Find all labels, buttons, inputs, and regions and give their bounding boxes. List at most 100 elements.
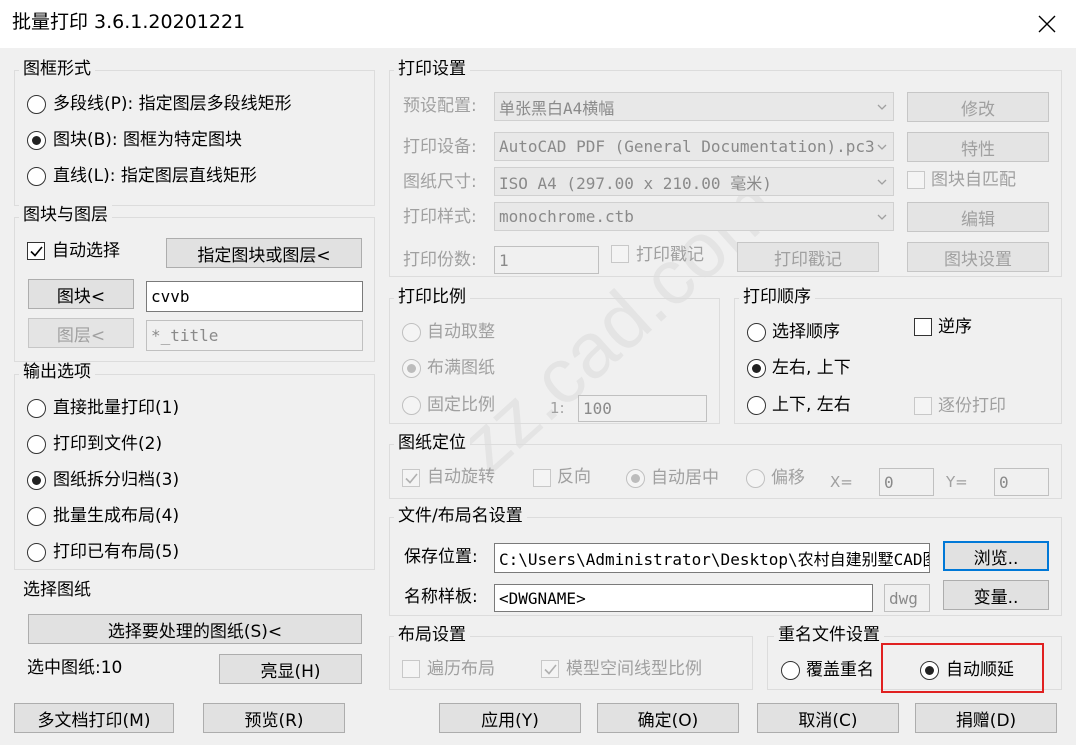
device-combo[interactable]: AutoCAD PDF (General Documentation).pc3 xyxy=(494,132,894,161)
block-layer-legend: 图块与图层 xyxy=(19,205,112,225)
paper-size-value: ISO A4 (297.00 x 210.00 毫米) xyxy=(499,173,772,193)
output-print-to-file-radio[interactable] xyxy=(27,435,46,454)
selected-count-label: 选中图纸:10 xyxy=(27,658,123,678)
block-match-checkbox[interactable] xyxy=(907,171,925,189)
frame-type-legend: 图框形式 xyxy=(19,59,95,79)
output-split-archive-radio[interactable] xyxy=(27,471,46,490)
output-direct-print-label: 直接批量打印(1) xyxy=(53,398,180,418)
preset-value: 单张黑白A4横幅 xyxy=(499,98,615,118)
preset-combo[interactable]: 单张黑白A4横幅 xyxy=(494,92,894,121)
order-select-radio[interactable] xyxy=(747,323,766,342)
offset-y-input[interactable]: 0 xyxy=(994,468,1049,496)
reverse-order-checkbox[interactable] xyxy=(914,318,932,336)
scale-fixed-radio[interactable] xyxy=(402,396,421,415)
output-batch-layout-radio[interactable] xyxy=(27,507,46,526)
auto-select-label: 自动选择 xyxy=(52,241,120,261)
copies-label: 打印份数: xyxy=(403,250,477,270)
layer-name-input[interactable]: *_title xyxy=(146,320,363,351)
edit-style-button[interactable]: 编辑 xyxy=(907,202,1049,232)
traverse-layout-label: 遍历布局 xyxy=(427,659,495,679)
chevron-down-icon xyxy=(877,179,887,185)
auto-rotate-checkbox[interactable] xyxy=(402,469,420,487)
variable-button[interactable]: 变量.. xyxy=(943,580,1049,610)
stamp-label: 打印戳记 xyxy=(636,245,704,265)
offset-radio[interactable] xyxy=(746,469,765,488)
modify-button[interactable]: 修改 xyxy=(907,92,1049,122)
properties-button[interactable]: 特性 xyxy=(907,132,1049,162)
print-style-combo[interactable]: monochrome.ctb xyxy=(494,202,894,231)
paper-size-combo[interactable]: ISO A4 (297.00 x 210.00 毫米) xyxy=(494,167,894,196)
order-lr-tb-radio[interactable] xyxy=(747,359,766,378)
scale-auto-round-radio[interactable] xyxy=(402,323,421,342)
auto-center-label: 自动居中 xyxy=(651,468,719,488)
traverse-layout-checkbox[interactable] xyxy=(402,660,420,678)
preset-label: 预设配置: xyxy=(403,96,477,116)
save-location-input[interactable]: C:\Users\Administrator\Desktop\农村自建别墅CAD… xyxy=(494,543,930,573)
pick-block-layer-button[interactable]: 指定图块或图层< xyxy=(166,238,362,268)
select-paper-legend: 选择图纸 xyxy=(19,580,95,600)
stamp-checkbox[interactable] xyxy=(611,245,629,263)
auto-rotate-label: 自动旋转 xyxy=(427,467,495,487)
output-existing-layout-radio[interactable] xyxy=(27,543,46,562)
overwrite-radio[interactable] xyxy=(781,661,800,680)
close-icon xyxy=(1038,15,1056,33)
donate-button[interactable]: 捐赠(D) xyxy=(915,703,1057,733)
layer-pick-button[interactable]: 图层< xyxy=(28,318,134,348)
order-select-label: 选择顺序 xyxy=(772,322,840,342)
multi-doc-print-button[interactable]: 多文档打印(M) xyxy=(14,703,174,733)
output-legend: 输出选项 xyxy=(19,362,95,382)
scale-auto-round-label: 自动取整 xyxy=(427,322,495,342)
extension-input[interactable]: dwg xyxy=(884,584,930,612)
frame-type-line-radio[interactable] xyxy=(27,167,46,186)
preview-button[interactable]: 预览(R) xyxy=(203,703,345,733)
layout-settings-legend: 布局设置 xyxy=(394,625,470,645)
reverse-direction-label: 反向 xyxy=(557,467,591,487)
rename-legend: 重名文件设置 xyxy=(774,625,884,645)
block-pick-button[interactable]: 图块< xyxy=(28,279,134,309)
select-paper-button[interactable]: 选择要处理的图纸(S)< xyxy=(28,614,362,644)
offset-label: 偏移 xyxy=(771,468,805,488)
output-split-archive-label: 图纸拆分归档(3) xyxy=(53,470,180,490)
copies-input[interactable]: 1 xyxy=(494,246,599,274)
order-tb-lr-radio[interactable] xyxy=(747,396,766,415)
output-existing-layout-label: 打印已有布局(5) xyxy=(53,542,180,562)
stamp-button[interactable]: 打印戳记 xyxy=(737,242,879,272)
offset-y-label: Y= xyxy=(946,473,968,491)
apply-button[interactable]: 应用(Y) xyxy=(439,703,581,733)
chevron-down-icon xyxy=(877,144,887,150)
offset-x-input[interactable]: 0 xyxy=(879,468,934,496)
model-linetype-label: 模型空间线型比例 xyxy=(566,659,702,679)
save-location-label: 保存位置: xyxy=(404,547,478,567)
frame-type-polyline-radio[interactable] xyxy=(27,95,46,114)
device-value: AutoCAD PDF (General Documentation).pc3 xyxy=(499,137,875,156)
overwrite-label: 覆盖重名 xyxy=(806,660,874,680)
reverse-direction-checkbox[interactable] xyxy=(533,469,551,487)
print-scale-legend: 打印比例 xyxy=(394,287,470,307)
scale-ratio-input[interactable]: 100 xyxy=(578,395,707,422)
name-template-input[interactable]: <DWGNAME> xyxy=(494,584,873,612)
paper-position-legend: 图纸定位 xyxy=(394,433,470,453)
offset-x-label: X= xyxy=(830,473,853,491)
block-settings-button[interactable]: 图块设置 xyxy=(907,242,1049,272)
browse-button[interactable]: 浏览.. xyxy=(943,541,1049,571)
print-style-value: monochrome.ctb xyxy=(499,207,634,226)
highlight-button[interactable]: 亮显(H) xyxy=(219,654,362,684)
device-label: 打印设备: xyxy=(403,137,477,157)
auto-center-radio[interactable] xyxy=(626,469,645,488)
print-style-label: 打印样式: xyxy=(403,207,477,227)
frame-type-block-label: 图块(B): 图框为特定图块 xyxy=(53,130,243,150)
window-title: 批量打印 3.6.1.20201221 xyxy=(12,11,246,33)
output-direct-print-radio[interactable] xyxy=(27,399,46,418)
collate-checkbox[interactable] xyxy=(914,397,932,415)
checkmark-icon xyxy=(544,664,557,675)
frame-type-line-label: 直线(L): 指定图层直线矩形 xyxy=(53,166,257,186)
model-linetype-checkbox[interactable] xyxy=(541,660,559,678)
ok-button[interactable]: 确定(O) xyxy=(597,703,739,733)
auto-select-checkbox[interactable] xyxy=(27,242,45,260)
scale-fit-paper-radio[interactable] xyxy=(402,359,421,378)
frame-type-block-radio[interactable] xyxy=(27,131,46,150)
block-name-input[interactable]: cvvb xyxy=(146,281,363,312)
close-button[interactable] xyxy=(1030,8,1064,40)
cancel-button[interactable]: 取消(C) xyxy=(757,703,899,733)
output-batch-layout-label: 批量生成布局(4) xyxy=(53,506,180,526)
